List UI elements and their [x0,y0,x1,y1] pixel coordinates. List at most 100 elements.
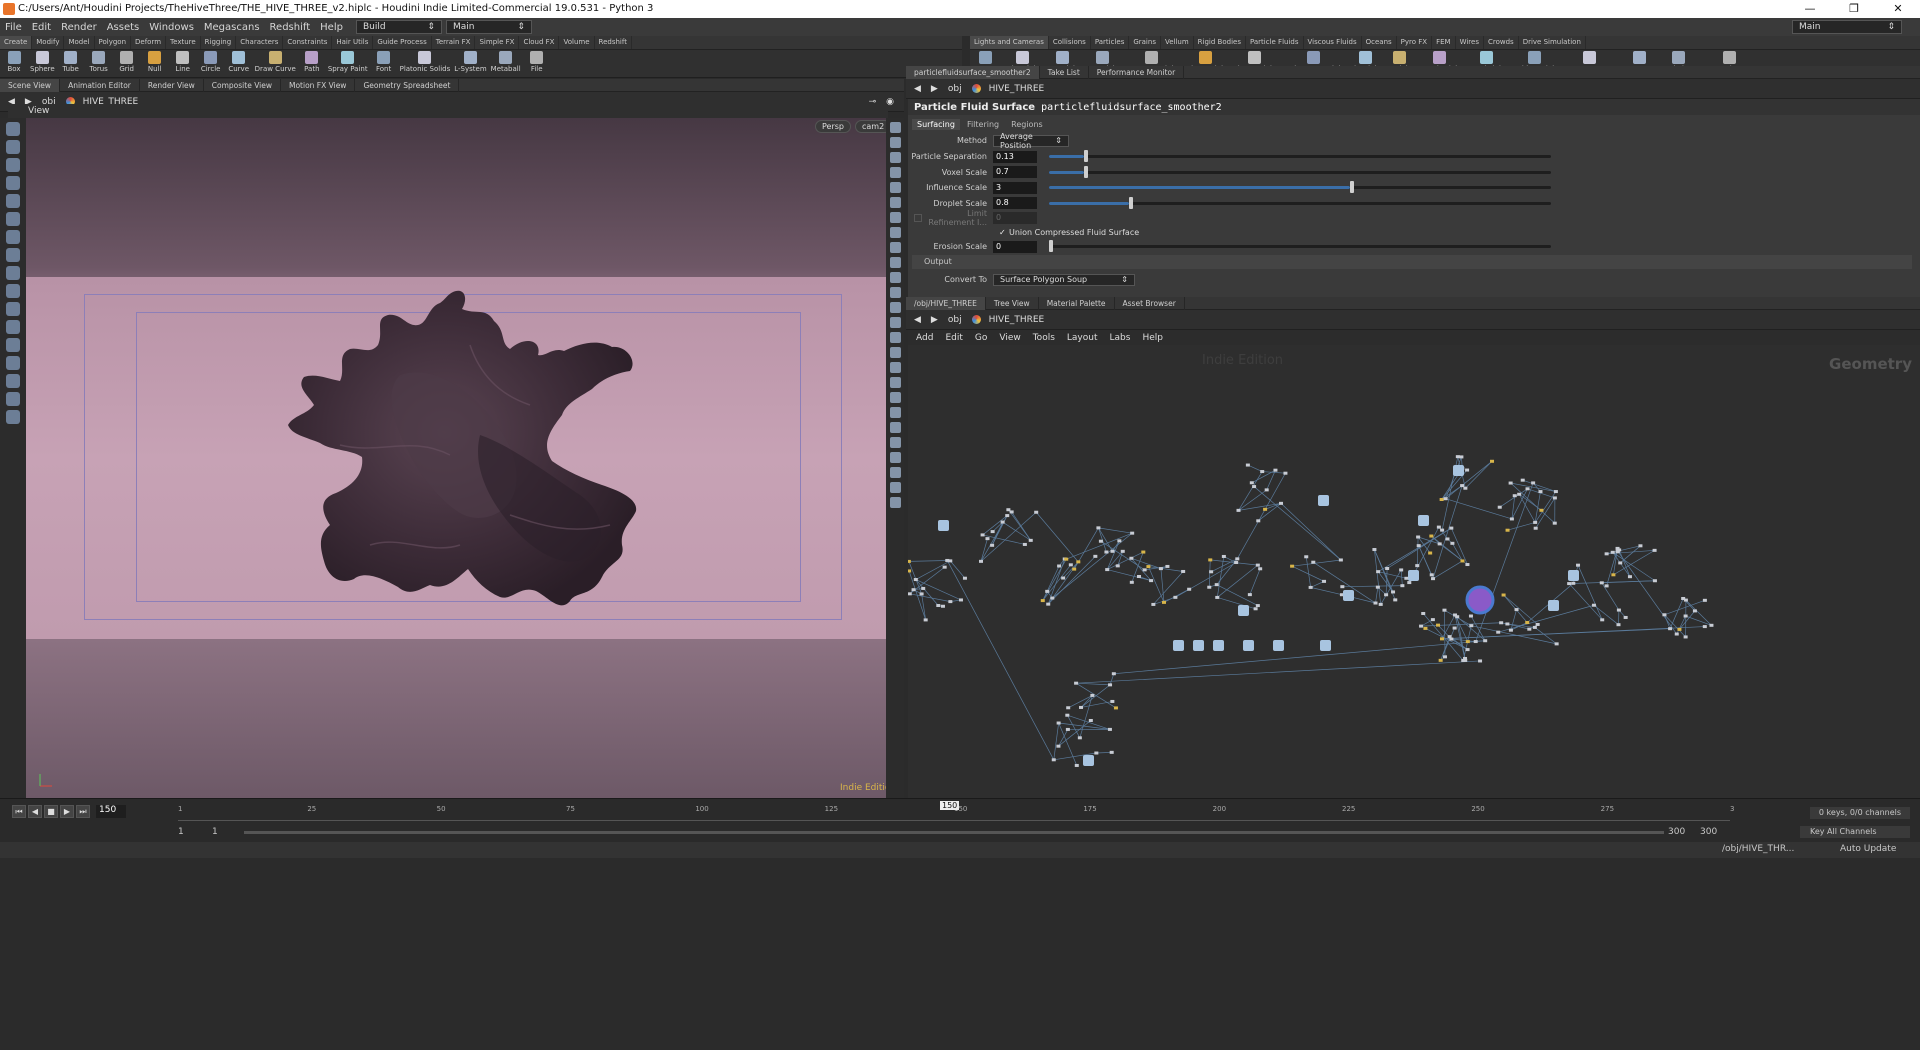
network-node[interactable] [1113,706,1118,710]
network-node[interactable] [1449,526,1454,530]
range-end2-field[interactable]: 300 [1700,827,1717,837]
network-node[interactable] [1077,736,1082,740]
geometry-node-icon[interactable] [1408,570,1419,581]
network-node[interactable] [1611,573,1616,577]
network-node[interactable] [1260,470,1265,474]
geometry-node-icon[interactable] [1320,640,1331,651]
geometry-node-icon[interactable] [1418,515,1429,526]
network-node[interactable] [1110,549,1115,553]
network-node[interactable] [1057,564,1062,568]
network-node[interactable] [1532,625,1537,629]
network-node[interactable] [1436,525,1441,529]
param-value-field[interactable]: 3 [993,181,1037,194]
maximize-button[interactable]: ❐ [1832,0,1876,18]
display-option-25-icon[interactable] [889,482,901,493]
network-node[interactable] [942,565,947,569]
paint-tool-icon[interactable] [6,158,20,172]
network-menu-labs[interactable]: Labs [1110,333,1131,343]
network-node[interactable] [1399,568,1404,572]
network-node[interactable] [1616,608,1621,612]
network-node[interactable] [1187,587,1192,591]
union-compressed-checkbox[interactable]: ✓ [999,228,1009,237]
network-node[interactable] [1372,548,1377,552]
display-option-20-icon[interactable] [889,407,901,418]
network-node[interactable] [980,533,985,537]
network-node[interactable] [1308,585,1313,589]
snap-tool-icon[interactable] [6,338,20,352]
geometry-node-icon[interactable] [1243,640,1254,651]
network-node[interactable] [990,530,995,534]
display-option-15-icon[interactable] [889,332,901,343]
shelf-tool-torus[interactable]: Torus [85,50,113,73]
network-node[interactable] [1258,567,1263,571]
network-node[interactable] [1554,642,1559,646]
network-node[interactable] [908,559,911,563]
network-node[interactable] [911,588,916,592]
network-node[interactable] [1322,579,1327,583]
network-node[interactable] [1000,520,1005,524]
network-node[interactable] [1136,575,1141,579]
persp-menu[interactable]: Persp [815,120,851,133]
display-option-4-icon[interactable] [889,167,901,178]
network-node[interactable] [1571,581,1576,585]
network-node[interactable] [1252,485,1257,489]
pointer-tool-icon[interactable] [6,176,20,190]
pane-tab-performance-monitor[interactable]: Performance Monitor [1089,65,1185,79]
network-node[interactable] [1652,548,1657,552]
limit-refinement-field[interactable]: 0 [993,211,1037,224]
display-option-1-icon[interactable] [889,122,901,133]
network-node[interactable] [1496,630,1501,634]
network-node[interactable] [1090,693,1095,697]
network-node[interactable] [1445,537,1450,541]
shelf-tab-hair-utils[interactable]: Hair Utils [332,36,374,49]
network-node[interactable] [1440,528,1445,532]
network-menu-edit[interactable]: Edit [945,333,962,343]
network-node[interactable] [1109,750,1114,754]
network-node[interactable] [1404,576,1409,580]
network-node[interactable] [1028,538,1033,542]
shelf-tool-spray-paint[interactable]: Spray Paint [326,50,370,73]
network-node[interactable] [1465,648,1470,652]
network-node[interactable] [1056,721,1061,725]
network-menu-help[interactable]: Help [1142,333,1163,343]
network-node[interactable] [1517,492,1522,496]
shelf-tab-viscous-fluids[interactable]: Viscous Fluids [1304,36,1362,49]
shelf-tool-circle[interactable]: Circle [197,50,225,73]
network-node[interactable] [1539,508,1544,512]
network-node[interactable] [1066,706,1071,710]
network-node[interactable] [1005,514,1010,518]
network-node[interactable] [1253,607,1258,611]
shelf-tab-guide-process[interactable]: Guide Process [373,36,432,49]
network-node[interactable] [1034,510,1039,514]
network-node[interactable] [1501,593,1506,597]
network-node[interactable] [1553,490,1558,494]
network-node[interactable] [1520,478,1525,482]
network-node[interactable] [1535,622,1540,626]
shelf-tab-model[interactable]: Model [64,36,95,49]
display-option-7-icon[interactable] [889,212,901,223]
network-node[interactable] [1256,519,1261,523]
param-value-field[interactable]: 0.13 [993,150,1037,163]
network-node[interactable] [1436,623,1441,627]
network-node[interactable] [962,576,967,580]
shelf-tab-particles[interactable]: Particles [1091,36,1130,49]
pane-tab-animation-editor[interactable]: Animation Editor [60,78,140,92]
network-node[interactable] [1531,481,1536,485]
shelf-tool-tube[interactable]: Tube [57,50,85,73]
network-node[interactable] [908,592,912,596]
display-option-3-icon[interactable] [889,152,901,163]
network-node[interactable] [1093,554,1098,558]
network-node[interactable] [1181,569,1186,573]
network-node[interactable] [1149,579,1154,583]
network-node[interactable] [1051,758,1056,762]
network-node[interactable] [1497,505,1502,509]
network-node[interactable] [1674,632,1679,636]
range-start2-field[interactable]: 1 [212,827,218,837]
display-option-2-icon[interactable] [889,137,901,148]
network-node[interactable] [1552,521,1557,525]
network-node[interactable] [1209,570,1214,574]
network-node[interactable] [1525,487,1530,491]
network-node[interactable] [1064,557,1069,561]
pane-tab-obj-hive-three[interactable]: /obj/HIVE_THREE [906,296,986,310]
magnet-tool-icon[interactable] [6,356,20,370]
